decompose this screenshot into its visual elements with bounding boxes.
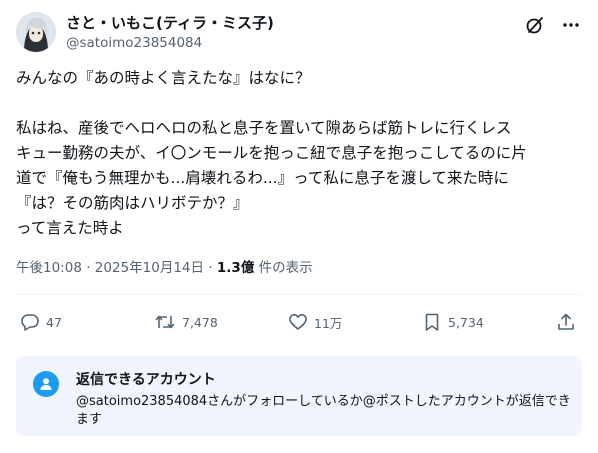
reply-button[interactable]: 47 [20,307,62,337]
post-line: キュー勤務の夫が、イ〇ンモールを抱っこ紐で息子を抱っこしてるのに片 [16,144,527,162]
post-date[interactable]: 2025年10月14日 [95,260,204,276]
views-count: 1.3億 [216,260,255,276]
bookmark-icon [425,313,439,331]
heart-icon [289,314,307,330]
bookmark-button[interactable]: 5,734 [422,307,484,337]
post-line: 私はね、産後でヘロヘロの私と息子を置いて隙あらば筋トレに行くレス [16,119,512,137]
reply-restriction-title: 返信できるアカウント [76,372,216,388]
avatar[interactable] [16,12,56,52]
views-label: 件の表示 [258,260,313,276]
share-icon [558,313,574,330]
user-icon [33,371,59,397]
like-count: 11万 [314,315,343,331]
post-header: さと・いもこ(ティラ・ミス子) @satoimo23854084 [16,10,582,54]
repost-button[interactable]: 7,478 [154,307,218,337]
divider [16,294,582,295]
reply-icon [21,314,39,331]
action-bar: 47 7,478 11万 5,734 [16,307,582,337]
repost-icon [155,315,175,329]
reply-count: 47 [46,314,62,330]
post-meta: 午後10:08 · 2025年10月14日 · 1.3億 件の表示 [16,258,313,278]
post-line: 道で『俺もう無理かも...肩壊れるわ...』って私に息子を渡して来た時に [16,169,509,187]
repost-count: 7,478 [182,314,218,330]
author-names: さと・いもこ(ティラ・ミス子) @satoimo23854084 [66,13,274,53]
reply-restriction-panel: 返信できるアカウント @satoimo23854084さんがフォローしているか@… [16,356,582,436]
post-line: みんなの『あの時よく言えたな』はなに？ [16,69,311,87]
bookmark-count: 5,734 [448,314,484,330]
more-icon[interactable] [560,14,582,36]
meta-separator: · [86,260,91,276]
post-time[interactable]: 午後10:08 [16,260,82,276]
reply-restriction-description: @satoimo23854084さんがフォローしているか@ポストしたアカウントが… [76,394,571,427]
post-line-gap [16,91,582,116]
share-button[interactable] [556,307,576,337]
header-icons [524,14,582,36]
author-handle[interactable]: @satoimo23854084 [66,33,274,53]
post-line: 『は？その筋肉はハリボテか？』 [16,194,249,212]
post-line: って言えた時よ [16,219,124,237]
grok-icon[interactable] [524,14,546,36]
post-body: みんなの『あの時よく言えたな』はなに？ 私はね、産後でヘロヘロの私と息子を置いて… [16,66,582,241]
like-button[interactable]: 11万 [288,307,342,337]
meta-separator: · [208,260,213,276]
author-display-name[interactable]: さと・いもこ(ティラ・ミス子) [66,13,274,33]
